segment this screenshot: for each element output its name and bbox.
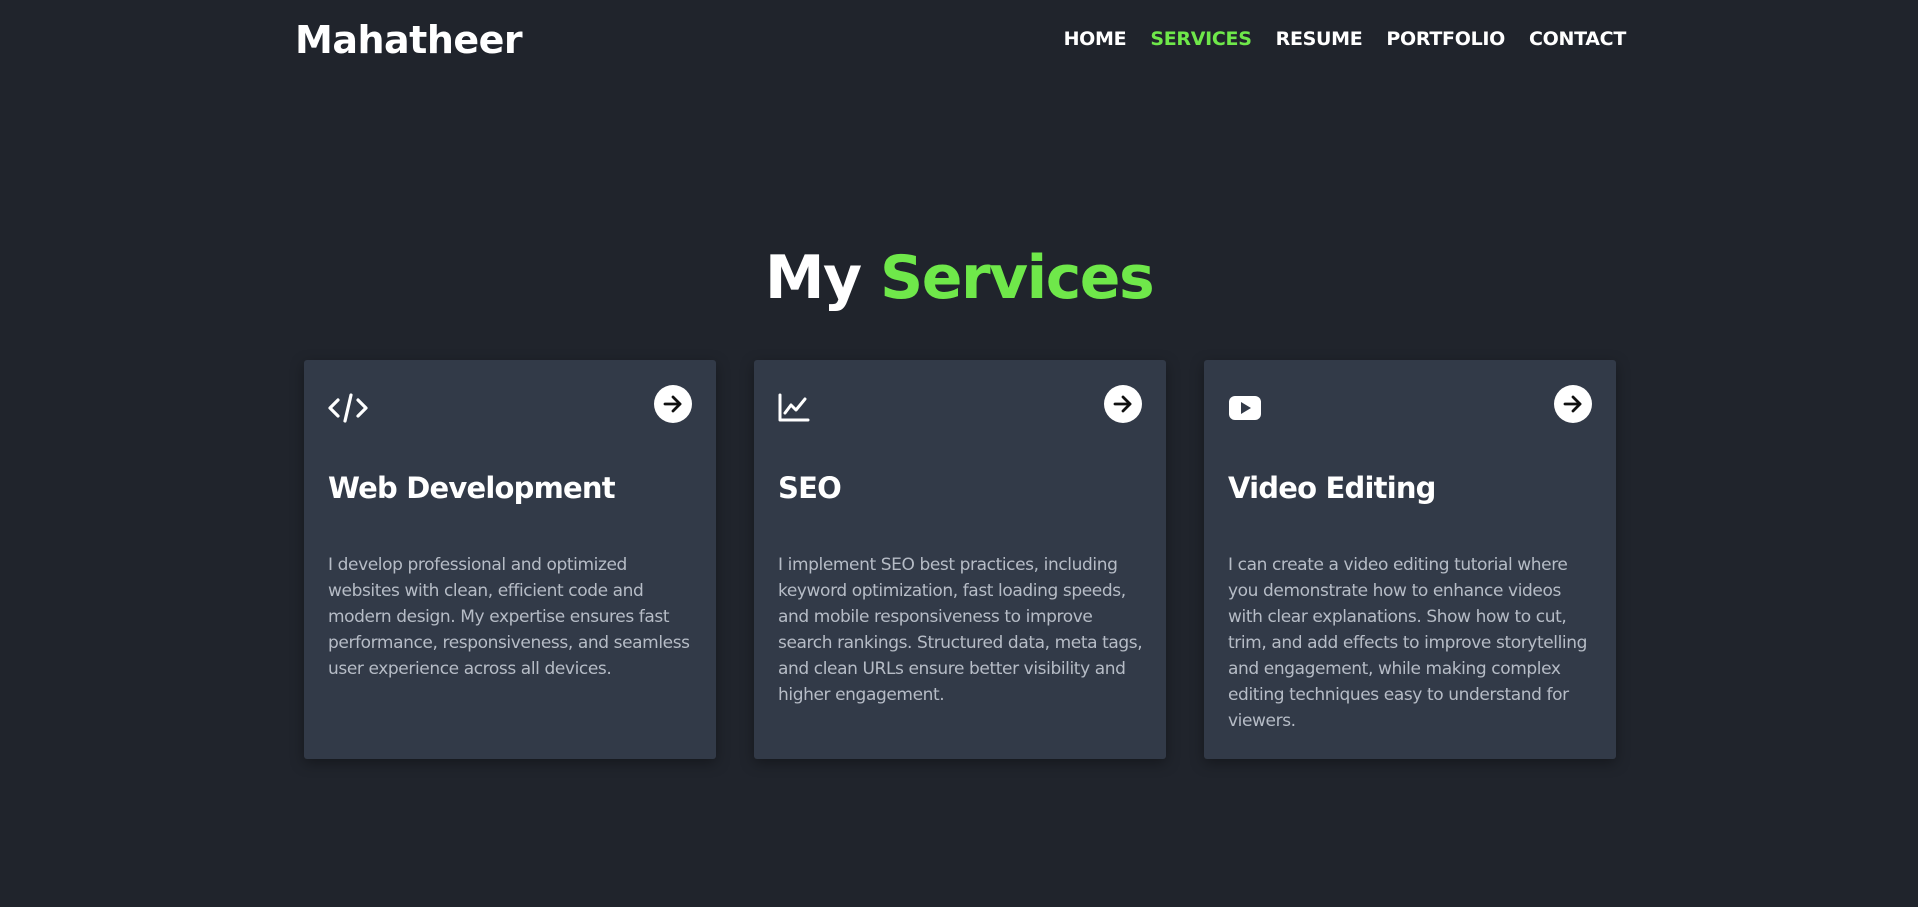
service-card-title: SEO <box>778 471 842 505</box>
arrow-right-icon[interactable] <box>654 385 692 423</box>
main-nav: HOME SERVICES RESUME PORTFOLIO CONTACT <box>1064 26 1627 52</box>
arrow-right-icon[interactable] <box>1554 385 1592 423</box>
youtube-icon <box>1228 388 1268 428</box>
service-card-seo[interactable]: SEO I implement SEO best practices, incl… <box>754 360 1166 759</box>
section-title: My Services <box>0 238 1918 318</box>
service-card-video-editing[interactable]: Video Editing I can create a video editi… <box>1204 360 1616 759</box>
service-card-title: Video Editing <box>1228 471 1436 505</box>
service-card-web-development[interactable]: Web Development I develop professional a… <box>304 360 716 759</box>
nav-portfolio[interactable]: PORTFOLIO <box>1386 26 1505 52</box>
nav-services[interactable]: SERVICES <box>1150 26 1252 52</box>
site-header: Mahatheer HOME SERVICES RESUME PORTFOLIO… <box>0 0 1918 80</box>
section-title-accent: Services <box>880 243 1155 313</box>
services-list: Web Development I develop professional a… <box>304 360 1616 759</box>
nav-home[interactable]: HOME <box>1064 26 1127 52</box>
service-card-description: I develop professional and optimized web… <box>328 555 690 679</box>
service-card-description: I implement SEO best practices, includin… <box>778 555 1143 705</box>
code-icon <box>328 388 368 428</box>
arrow-right-icon[interactable] <box>1104 385 1142 423</box>
nav-resume[interactable]: RESUME <box>1276 26 1363 52</box>
service-card-description: I can create a video editing tutorial wh… <box>1228 555 1588 731</box>
nav-contact[interactable]: CONTACT <box>1529 26 1626 52</box>
chart-line-icon <box>778 388 818 428</box>
site-logo[interactable]: Mahatheer <box>295 14 523 66</box>
page: Mahatheer HOME SERVICES RESUME PORTFOLIO… <box>0 0 1918 907</box>
service-card-title: Web Development <box>328 471 616 505</box>
section-title-prefix: My <box>764 243 862 313</box>
